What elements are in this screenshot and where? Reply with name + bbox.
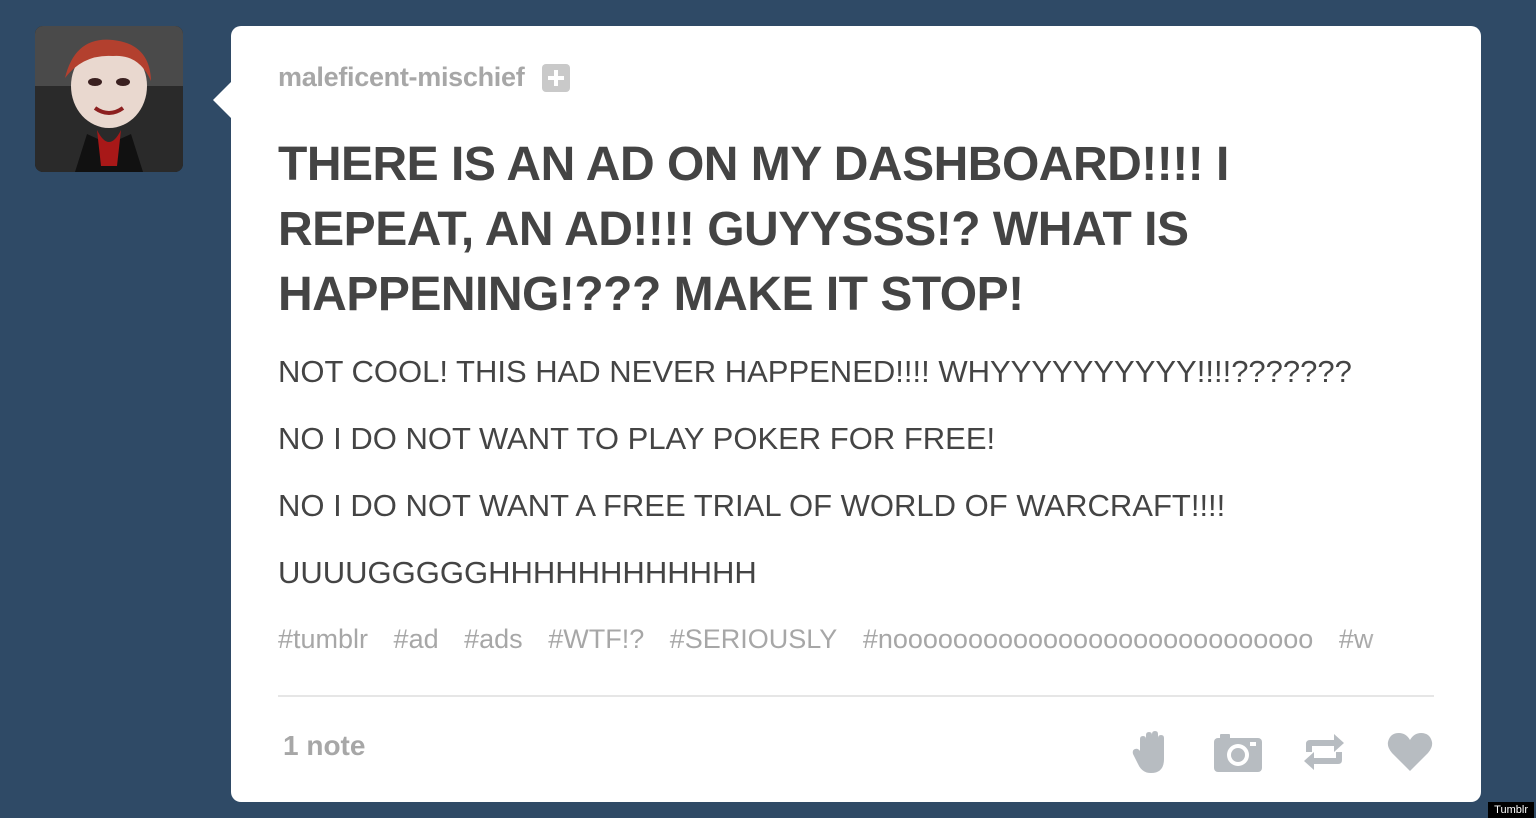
tag-link[interactable]: #noooooooooooooooooooooooooooo — [863, 624, 1313, 654]
post-header: maleficent-mischief — [278, 62, 571, 93]
body-paragraph: NO I DO NOT WANT A FREE TRIAL OF WORLD O… — [278, 488, 1226, 523]
post-body: NOT COOL! THIS HAD NEVER HAPPENED!!!! WH… — [278, 348, 1428, 616]
plus-icon[interactable] — [542, 63, 571, 92]
body-paragraph: NO I DO NOT WANT TO PLAY POKER FOR FREE! — [278, 421, 996, 456]
notes-count[interactable]: 1 note — [283, 730, 365, 762]
body-paragraph: UUUUGGGGGHHHHHHHHHHHH — [278, 555, 757, 590]
reblog-icon[interactable] — [1298, 726, 1350, 778]
tag-list: #tumblr #ad #ads #WTF!? #SERIOUSLY #nooo… — [278, 624, 1433, 655]
post-pointer — [213, 82, 231, 118]
tag-link[interactable]: #ad — [394, 624, 439, 654]
avatar[interactable] — [35, 26, 183, 172]
tag-link[interactable]: #ads — [464, 624, 523, 654]
tag-link[interactable]: #tumblr — [278, 624, 368, 654]
tags-fade — [1363, 624, 1433, 664]
body-paragraph: NOT COOL! THIS HAD NEVER HAPPENED!!!! WH… — [278, 354, 1352, 389]
watermark-label: Tumblr — [1488, 802, 1534, 818]
post-card: maleficent-mischief THERE IS AN AD ON MY… — [213, 26, 1481, 802]
camera-icon[interactable] — [1212, 726, 1264, 778]
avatar-image — [35, 26, 183, 172]
hand-icon[interactable] — [1126, 726, 1178, 778]
heart-icon[interactable] — [1384, 726, 1436, 778]
post-title: THERE IS AN AD ON MY DASHBOARD!!!! I REP… — [278, 138, 1229, 321]
tag-link[interactable]: #WTF!? — [548, 624, 644, 654]
post-actions — [1092, 726, 1436, 778]
footer-divider — [278, 695, 1434, 697]
tag-link[interactable]: #SERIOUSLY — [670, 624, 838, 654]
username-link[interactable]: maleficent-mischief — [278, 62, 525, 93]
